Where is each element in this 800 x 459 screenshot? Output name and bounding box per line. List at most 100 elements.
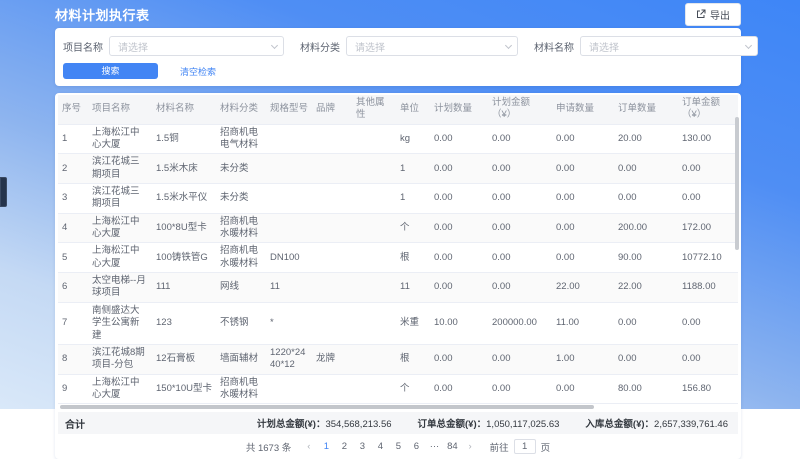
cell-material-name: 111	[152, 273, 216, 303]
cell-brand	[312, 124, 352, 154]
prev-page-arrow[interactable]: ‹	[303, 441, 314, 452]
cell-material-category: 墙面辅材	[216, 344, 266, 374]
cell-other-attrs	[352, 374, 396, 404]
cell-plan-qty: 0.00	[430, 344, 488, 374]
cell-material-name: 100铸铁管G	[152, 243, 216, 273]
cell-index: 2	[58, 154, 88, 184]
cell-unit: 米重	[396, 302, 430, 344]
cell-order-qty: 0.00	[614, 154, 678, 184]
export-button[interactable]: 导出	[685, 3, 741, 26]
cell-request-qty: 0.00	[552, 124, 614, 154]
cell-order-amount: 0.00	[678, 154, 738, 184]
table-header-cell: 订单数量	[614, 95, 678, 124]
table-row[interactable]: 4 上海松江中心大厦 100*8U型卡 招商机电 水暖材料 个 0.00 0.0…	[58, 213, 738, 243]
materials-table: 序号项目名称材料名称材料分类规格型号品牌其他属性单位计划数量计划金额（¥）申请数…	[58, 95, 738, 404]
cell-order-amount: 0.00	[678, 184, 738, 214]
export-icon	[696, 9, 706, 19]
page-number[interactable]: 3	[354, 441, 370, 452]
project-name-select[interactable]: 请选择	[109, 36, 284, 56]
cell-material-category: 招商机电 电气材料	[216, 124, 266, 154]
next-page-arrow[interactable]: ›	[464, 441, 475, 452]
cell-unit: 个	[396, 213, 430, 243]
table-header-cell: 单位	[396, 95, 430, 124]
table-row[interactable]: 7 南侧盛达大学生公寓新建 123 不锈钢 * 米重 10.00 200000.…	[58, 302, 738, 344]
cell-order-amount: 10772.10	[678, 243, 738, 273]
page-number[interactable]: 5	[390, 441, 406, 452]
cell-spec-model	[266, 213, 312, 243]
pagination: 共 1673 条 ‹ 123456···84 › 前往 页	[58, 434, 738, 459]
cell-index: 4	[58, 213, 88, 243]
cell-brand	[312, 154, 352, 184]
cell-order-qty: 80.00	[614, 374, 678, 404]
cell-brand	[312, 273, 352, 303]
cell-material-category: 未分类	[216, 154, 266, 184]
cell-brand	[312, 213, 352, 243]
table-row[interactable]: 3 滨江花城三期项目 1.5米水平仪 未分类 1 0.00 0.00 0.00 …	[58, 184, 738, 214]
cell-plan-amount: 0.00	[488, 184, 552, 214]
cell-spec-model	[266, 184, 312, 214]
page-list: 123456···84	[318, 441, 460, 452]
filter-material: 材料名称 请选择	[534, 36, 758, 56]
cell-unit: 1	[396, 154, 430, 184]
table-row[interactable]: 8 滨江花城8期项目-分包 12石膏板 墙面辅材 1220*2440*12 龙牌…	[58, 344, 738, 374]
cell-index: 5	[58, 243, 88, 273]
cell-plan-qty: 10.00	[430, 302, 488, 344]
cell-project-name: 上海松江中心大厦	[88, 243, 152, 273]
cell-material-name: 1.5米水平仪	[152, 184, 216, 214]
page-number[interactable]: 4	[372, 441, 388, 452]
table-row[interactable]: 2 滨江花城三期项目 1.5米木床 未分类 1 0.00 0.00 0.00 0…	[58, 154, 738, 184]
cell-request-qty: 0.00	[552, 243, 614, 273]
cell-plan-qty: 0.00	[430, 243, 488, 273]
summary-total-item: 订单总金额(¥)：1,050,117,025.63	[418, 416, 560, 430]
cell-other-attrs	[352, 184, 396, 214]
page-number[interactable]: 6	[408, 441, 424, 452]
sidebar-collapse-handle[interactable]	[0, 177, 7, 207]
table-header-cell: 申请数量	[552, 95, 614, 124]
cell-material-category: 招商机电 水暖材料	[216, 243, 266, 273]
material-category-select[interactable]: 请选择	[346, 36, 518, 56]
page-number[interactable]: 1	[318, 441, 334, 452]
table-row[interactable]: 6 太空电梯--月球项目 111 网线 11 11 0.00 0.00 22.0…	[58, 273, 738, 303]
cell-other-attrs	[352, 344, 396, 374]
cell-plan-amount: 0.00	[488, 154, 552, 184]
page-number[interactable]: ···	[426, 441, 442, 452]
search-button[interactable]: 搜索	[63, 63, 158, 79]
cell-plan-amount: 200000.00	[488, 302, 552, 344]
cell-plan-qty: 0.00	[430, 124, 488, 154]
cell-unit: 1	[396, 184, 430, 214]
vertical-scrollbar-thumb[interactable]	[735, 117, 739, 250]
summary-totals: 计划总金额(¥)：354,568,213.56订单总金额(¥)：1,050,11…	[257, 416, 728, 430]
chevron-down-icon	[745, 42, 752, 49]
cell-project-name: 滨江花城三期项目	[88, 184, 152, 214]
table-row[interactable]: 1 上海松江中心大厦 1.5铜 招商机电 电气材料 kg 0.00 0.00 0…	[58, 124, 738, 154]
table-row[interactable]: 5 上海松江中心大厦 100铸铁管G 招商机电 水暖材料 DN100 根 0.0…	[58, 243, 738, 273]
cell-project-name: 上海松江中心大厦	[88, 374, 152, 404]
cell-project-name: 上海松江中心大厦	[88, 213, 152, 243]
page-number[interactable]: 84	[444, 441, 460, 452]
filter-panel: 项目名称 请选择 材料分类 请选择 材料名称 请选择	[55, 28, 741, 86]
cell-project-name: 滨江花城8期项目-分包	[88, 344, 152, 374]
cell-brand	[312, 184, 352, 214]
cell-project-name: 上海松江中心大厦	[88, 124, 152, 154]
cell-request-qty: 0.00	[552, 213, 614, 243]
table-header-row: 序号项目名称材料名称材料分类规格型号品牌其他属性单位计划数量计划金额（¥）申请数…	[58, 95, 738, 124]
cell-material-name: 12石膏板	[152, 344, 216, 374]
cell-order-amount: 156.80	[678, 374, 738, 404]
table-header-cell: 项目名称	[88, 95, 152, 124]
table-row[interactable]: 9 上海松江中心大厦 150*10U型卡 招商机电 水暖材料 个 0.00 0.…	[58, 374, 738, 404]
clear-search-link[interactable]: 清空检索	[180, 65, 216, 78]
table-header-cell: 其他属性	[352, 95, 396, 124]
goto-label: 前往	[490, 440, 509, 454]
table-header-cell: 材料名称	[152, 95, 216, 124]
cell-other-attrs	[352, 273, 396, 303]
summary-row: 合计 计划总金额(¥)：354,568,213.56订单总金额(¥)：1,050…	[58, 412, 738, 434]
cell-unit: 个	[396, 374, 430, 404]
material-name-select[interactable]: 请选择	[580, 36, 758, 56]
cell-plan-amount: 0.00	[488, 344, 552, 374]
goto-page-input[interactable]	[514, 439, 536, 454]
cell-order-amount: 0.00	[678, 344, 738, 374]
cell-unit: 11	[396, 273, 430, 303]
page-number[interactable]: 2	[336, 441, 352, 452]
cell-order-amount: 0.00	[678, 302, 738, 344]
project-name-placeholder: 请选择	[118, 39, 148, 54]
